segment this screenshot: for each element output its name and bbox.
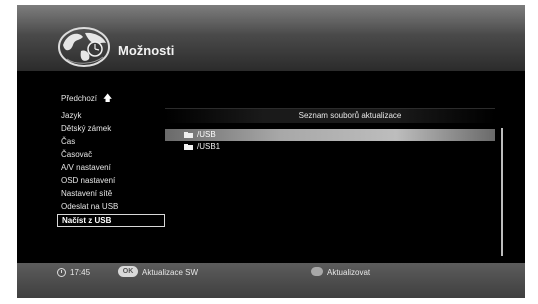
menu-item-osd-settings[interactable]: OSD nastavení xyxy=(57,174,165,187)
menu-item-timer[interactable]: Časovač xyxy=(57,148,165,161)
header-bar: Možnosti xyxy=(17,5,525,71)
red-key-icon[interactable] xyxy=(311,267,323,276)
menu-item-parental-lock[interactable]: Dětský zámek xyxy=(57,122,165,135)
tv-screen: Možnosti Předchozí 🡅 Jazyk Dětský zámek … xyxy=(17,5,525,298)
settings-menu: Předchozí 🡅 Jazyk Dětský zámek Čas Časov… xyxy=(57,91,165,227)
ok-action-label: Aktualizace SW xyxy=(142,268,199,277)
red-action-label: Aktualizovat xyxy=(327,268,371,277)
clock-time: 17:45 xyxy=(70,268,91,277)
folder-icon xyxy=(184,144,193,150)
file-row-usb1[interactable]: /USB1 xyxy=(165,141,495,153)
file-row-usb[interactable]: /USB xyxy=(165,129,495,141)
file-list-title: Seznam souborů aktualizace xyxy=(165,108,495,123)
menu-item-av-settings[interactable]: A/V nastavení xyxy=(57,161,165,174)
clock-icon xyxy=(57,268,66,277)
file-name: /USB1 xyxy=(197,142,221,151)
file-list: /USB /USB1 xyxy=(165,129,495,153)
back-label: Předchozí xyxy=(61,93,98,103)
menu-item-language[interactable]: Jazyk xyxy=(57,109,165,122)
menu-item-back[interactable]: Předchozí 🡅 xyxy=(57,91,165,105)
menu-item-time[interactable]: Čas xyxy=(57,135,165,148)
page-title: Možnosti xyxy=(118,43,175,58)
menu-item-network-settings[interactable]: Nastavení sítě xyxy=(57,187,165,200)
file-name: /USB xyxy=(197,130,216,139)
file-list-scrollbar[interactable] xyxy=(501,128,503,256)
arrow-up-icon: 🡅 xyxy=(103,92,113,103)
menu-item-send-to-usb[interactable]: Odeslat na USB xyxy=(57,200,165,213)
footer-bar xyxy=(17,263,525,298)
ok-key-icon[interactable]: OK xyxy=(118,266,138,277)
menu-item-load-from-usb[interactable]: Načíst z USB xyxy=(57,214,165,227)
folder-icon xyxy=(184,132,193,138)
file-list-title-text: Seznam souborů aktualizace xyxy=(298,111,402,120)
globe-clock-logo-icon xyxy=(58,27,110,67)
